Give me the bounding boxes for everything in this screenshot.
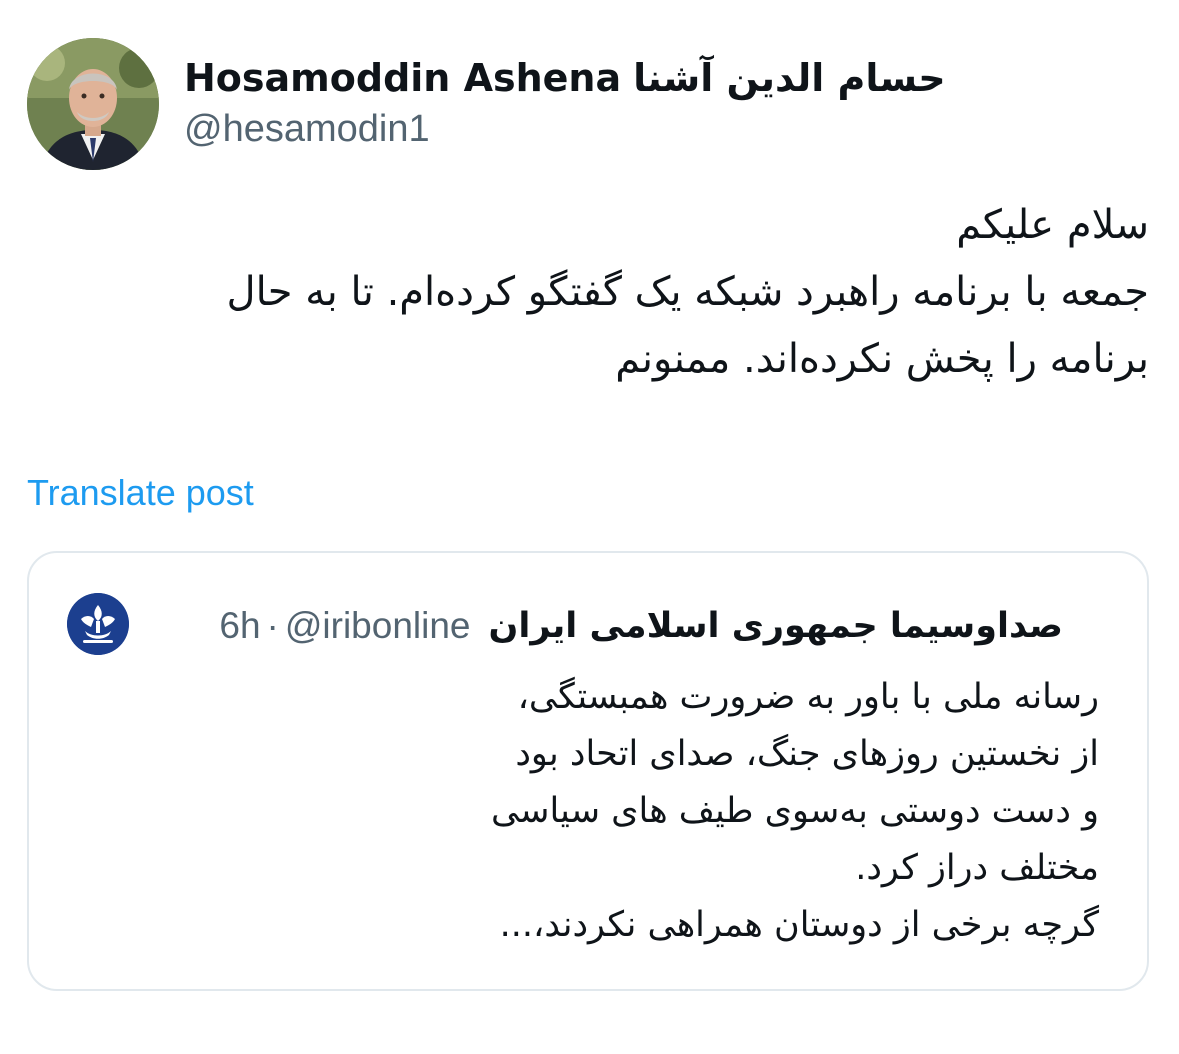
author-name[interactable]: Hosamoddin Ashena حسام الدین آشنا	[184, 52, 946, 104]
quote-line: و دست دوستی به‌سوی طیف های سیاسی	[490, 791, 1099, 831]
quote-author-name[interactable]: صداوسیما جمهوری اسلامی ایران	[489, 606, 1063, 646]
translate-post-link[interactable]: Translate post	[27, 472, 254, 514]
quote-line: رسانه ملی با باور به ضرورت همبستگی،	[517, 677, 1099, 717]
quote-separator: ·	[266, 605, 279, 646]
quote-line: از نخستین روزهای جنگ، صدای اتحاد بود	[515, 734, 1099, 774]
author-name-fa: حسام الدین آشنا	[633, 56, 946, 100]
quote-avatar[interactable]	[67, 593, 129, 655]
irib-logo-icon	[67, 593, 129, 655]
author-handle[interactable]: @hesamodin1	[184, 108, 430, 151]
profile-photo-icon	[27, 38, 159, 170]
tweet-line: برنامه را پخش نکرده‌اند. ممنونم	[615, 336, 1149, 382]
quote-author-handle[interactable]: @iribonline	[285, 605, 471, 647]
quoted-tweet-card[interactable]: صداوسیما جمهوری اسلامی ایران @iribonline…	[27, 551, 1149, 991]
author-avatar[interactable]	[27, 38, 159, 170]
quote-text: رسانه ملی با باور به ضرورت همبستگی، از ن…	[379, 669, 1099, 954]
quote-line: گرچه برخی از دوستان همراهی نکردند،...	[499, 905, 1099, 945]
quote-timestamp[interactable]: 6h	[219, 605, 260, 647]
author-name-en: Hosamoddin Ashena	[184, 56, 622, 100]
quote-line: مختلف دراز کرد.	[855, 848, 1099, 888]
tweet-text: سلام علیکم جمعه با برنامه راهبرد شبکه یک…	[29, 192, 1149, 393]
tweet-line: سلام علیکم	[956, 202, 1149, 248]
quote-header: صداوسیما جمهوری اسلامی ایران @iribonline…	[219, 596, 1063, 656]
tweet-line: جمعه با برنامه راهبرد شبکه یک گفتگو کرده…	[226, 269, 1149, 315]
